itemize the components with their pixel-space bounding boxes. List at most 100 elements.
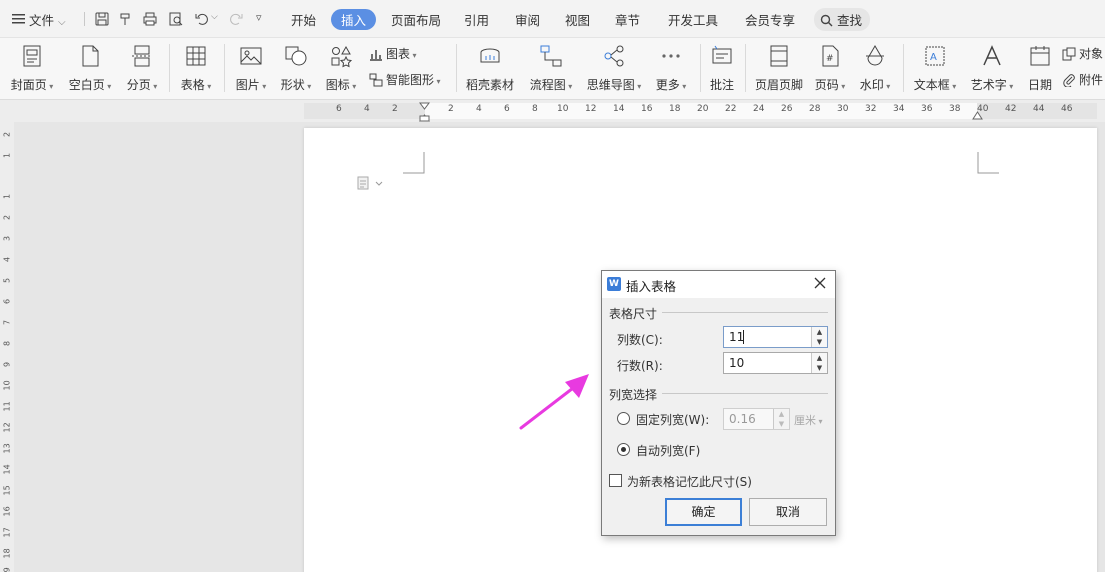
tab-review[interactable]: 审阅	[515, 10, 540, 29]
rows-stepper[interactable]: 10 ▲ ▼	[723, 352, 828, 374]
header-footer-button[interactable]: 页眉页脚	[752, 42, 806, 94]
remember-size-checkbox[interactable]	[609, 474, 622, 487]
blank-page-button[interactable]: 空白页 ▾	[65, 42, 115, 94]
tab-developer[interactable]: 开发工具	[668, 10, 718, 29]
shape-label: 形状 ▾	[280, 78, 312, 92]
cover-page-button[interactable]: 封面页 ▾	[8, 42, 56, 94]
tab-chapter[interactable]: 章节	[615, 10, 640, 29]
redo-icon[interactable]	[228, 11, 244, 27]
separator	[84, 12, 85, 26]
chart-button[interactable]: 图表 ▾	[369, 45, 417, 63]
spin-up-icon[interactable]: ▲	[774, 409, 789, 419]
ruler-tick: 24	[753, 104, 765, 114]
unit-dropdown[interactable]: 厘米 ▾	[794, 412, 823, 428]
auto-width-radio[interactable]	[617, 443, 630, 456]
file-menu[interactable]: 文件 ⌵	[12, 10, 66, 29]
ribbon-separator	[456, 44, 457, 92]
wordart-button[interactable]: 艺术字 ▾	[967, 42, 1017, 94]
tab-home[interactable]: 开始	[291, 10, 316, 29]
ruler-tick: 6	[2, 298, 12, 305]
rows-spin-arrows[interactable]: ▲ ▼	[811, 353, 827, 373]
smart-graphic-button[interactable]: 智能图形 ▾	[369, 71, 441, 89]
more-button[interactable]: 更多 ▾	[651, 42, 691, 94]
docer-material-button[interactable]: 稻壳素材	[463, 42, 517, 94]
fixed-width-radio[interactable]	[617, 412, 630, 425]
ruler-tick: 12	[585, 104, 597, 114]
attachment-button[interactable]: 附件	[1062, 71, 1103, 89]
cancel-button[interactable]: 取消	[749, 498, 827, 526]
ruler-tick: 8	[532, 104, 538, 114]
margin-corner-top-left	[403, 152, 425, 174]
search-box[interactable]: 查找	[814, 8, 870, 31]
object-button[interactable]: 对象	[1062, 45, 1103, 63]
table-button[interactable]: 表格 ▾	[176, 42, 216, 94]
page-number-button[interactable]: # 页码 ▾	[811, 42, 849, 94]
picture-button[interactable]: 图片 ▾	[231, 42, 271, 94]
spin-down-icon[interactable]: ▼	[812, 337, 827, 347]
icons-button[interactable]: 图标 ▾	[321, 42, 361, 94]
tab-view[interactable]: 视图	[565, 10, 590, 29]
ok-button[interactable]: 确定	[665, 498, 742, 526]
picture-label: 图片 ▾	[235, 78, 267, 92]
mindmap-button[interactable]: 思维导图 ▾	[584, 42, 644, 94]
print-icon[interactable]	[142, 11, 158, 27]
comment-label: 批注	[709, 78, 734, 92]
right-indent-marker-icon[interactable]	[972, 110, 983, 120]
page-break-button[interactable]: 分页 ▾	[122, 42, 162, 94]
fixed-width-stepper[interactable]: 0.16 ▲ ▼	[723, 408, 790, 430]
date-button[interactable]: 日期	[1024, 42, 1056, 94]
chevron-down-icon[interactable]: ⌵	[211, 12, 218, 22]
ruler-tick: 1	[2, 193, 12, 200]
ruler-tick: 7	[2, 319, 12, 326]
tab-references[interactable]: 引用	[464, 10, 489, 29]
save-icon[interactable]	[94, 11, 110, 27]
tab-page-layout[interactable]: 页面布局	[391, 10, 441, 29]
tab-insert[interactable]: 插入	[331, 9, 377, 30]
dialog-title: 插入表格	[626, 279, 677, 294]
ruler-tick: 6	[504, 104, 510, 114]
flowchart-button[interactable]: 流程图 ▾	[526, 42, 576, 94]
rows-label: 行数(R):	[617, 359, 663, 373]
columns-spin-arrows[interactable]: ▲ ▼	[811, 327, 827, 347]
ruler-tick: 4	[2, 256, 12, 263]
close-icon[interactable]	[813, 276, 827, 290]
spin-up-icon[interactable]: ▲	[812, 353, 827, 363]
print-preview-icon[interactable]	[168, 11, 184, 27]
tab-member[interactable]: 会员专享	[745, 10, 795, 29]
horizontal-ruler[interactable]: 6 4 2 2 4 6 8 10 12 14 16 18 20 22 24 26…	[0, 100, 1105, 122]
columns-stepper[interactable]: 11 ▲ ▼	[723, 326, 828, 348]
search-label: 查找	[836, 13, 862, 28]
fixed-width-spin-arrows[interactable]: ▲ ▼	[773, 409, 789, 429]
dialog-title-bar[interactable]: W 插入表格	[602, 271, 835, 298]
mindmap-label: 思维导图 ▾	[586, 78, 642, 92]
ruler-tick: 22	[725, 104, 737, 114]
vertical-ruler[interactable]: 2 1 1 2 3 4 5 6 7 8 9 10 11 12 13 14 15 …	[0, 122, 14, 572]
margin-corner-top-right	[977, 152, 999, 174]
flowchart-label: 流程图 ▾	[529, 78, 573, 92]
picture-icon	[240, 47, 262, 65]
ruler-tick: 28	[809, 104, 821, 114]
auto-width-label: 自动列宽(F)	[636, 444, 701, 458]
undo-icon[interactable]	[194, 11, 210, 27]
ribbon-separator	[700, 44, 701, 92]
ruler-tick: 44	[1033, 104, 1045, 114]
ribbon-separator	[745, 44, 746, 92]
spin-up-icon[interactable]: ▲	[812, 327, 827, 337]
spin-down-icon[interactable]: ▼	[774, 419, 789, 429]
format-painter-icon[interactable]	[118, 11, 134, 27]
shape-button[interactable]: 形状 ▾	[276, 42, 316, 94]
group-divider	[662, 312, 828, 313]
textbox-button[interactable]: A 文本框 ▾	[910, 42, 960, 94]
comment-button[interactable]: 批注	[706, 42, 738, 94]
indent-marker-icon[interactable]	[419, 102, 430, 122]
svg-text:#: #	[826, 54, 834, 64]
chart-icon	[370, 50, 382, 61]
paragraph-options-icon[interactable]	[357, 176, 385, 190]
customize-toolbar-icon[interactable]: ▿	[256, 11, 262, 24]
column-width-group-label: 列宽选择	[609, 388, 658, 402]
cover-page-icon	[23, 45, 41, 67]
watermark-button[interactable]: 水印 ▾	[855, 42, 895, 94]
columns-value: 11	[729, 330, 745, 344]
spin-down-icon[interactable]: ▼	[812, 363, 827, 373]
text-cursor	[743, 330, 744, 344]
